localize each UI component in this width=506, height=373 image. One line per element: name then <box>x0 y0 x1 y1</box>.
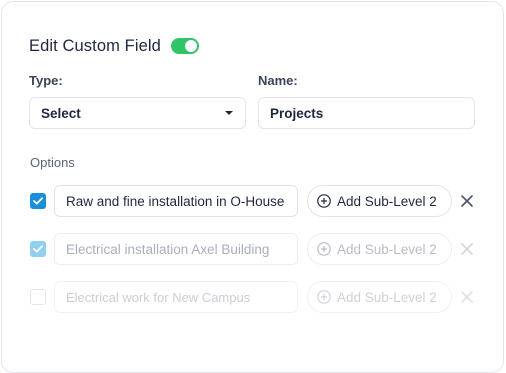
option-checkbox[interactable] <box>30 193 46 209</box>
plus-circle-icon <box>317 290 331 304</box>
name-input-value: Projects <box>270 105 324 121</box>
enabled-toggle[interactable] <box>170 38 199 54</box>
type-label: Type: <box>29 73 63 88</box>
close-icon[interactable] <box>460 290 474 304</box>
options-label: Options <box>30 155 75 170</box>
option-input[interactable]: Electrical work for New Campus <box>54 281 298 313</box>
add-sublevel-button[interactable]: Add Sub-Level 2 <box>307 185 452 217</box>
edit-custom-field-card: Edit Custom Field Type: Select Name: Pro… <box>1 1 504 373</box>
close-icon[interactable] <box>460 242 474 256</box>
add-sublevel-label: Add Sub-Level 2 <box>337 241 437 257</box>
toggle-knob <box>184 40 197 52</box>
type-select-value: Select <box>41 105 81 121</box>
option-row: Raw and fine installation in O-House Add… <box>30 185 490 217</box>
page-title: Edit Custom Field <box>29 36 161 55</box>
option-checkbox[interactable] <box>30 241 46 257</box>
close-icon[interactable] <box>460 194 474 208</box>
add-sublevel-label: Add Sub-Level 2 <box>337 193 437 209</box>
chevron-down-icon <box>225 111 233 115</box>
type-select[interactable]: Select <box>29 97 246 129</box>
name-input[interactable]: Projects <box>258 97 475 129</box>
option-checkbox[interactable] <box>30 289 46 305</box>
add-sublevel-label: Add Sub-Level 2 <box>337 289 437 305</box>
option-input[interactable]: Electrical installation Axel Building <box>54 233 298 265</box>
option-input[interactable]: Raw and fine installation in O-House <box>54 185 298 217</box>
check-icon <box>33 245 43 253</box>
check-icon <box>33 197 43 205</box>
option-row: Electrical work for New Campus Add Sub-L… <box>30 281 490 313</box>
header: Edit Custom Field <box>29 35 199 57</box>
name-label: Name: <box>258 73 298 88</box>
add-sublevel-button[interactable]: Add Sub-Level 2 <box>307 281 452 313</box>
option-row: Electrical installation Axel Building Ad… <box>30 233 490 265</box>
plus-circle-icon <box>317 242 331 256</box>
add-sublevel-button[interactable]: Add Sub-Level 2 <box>307 233 452 265</box>
plus-circle-icon <box>317 194 331 208</box>
